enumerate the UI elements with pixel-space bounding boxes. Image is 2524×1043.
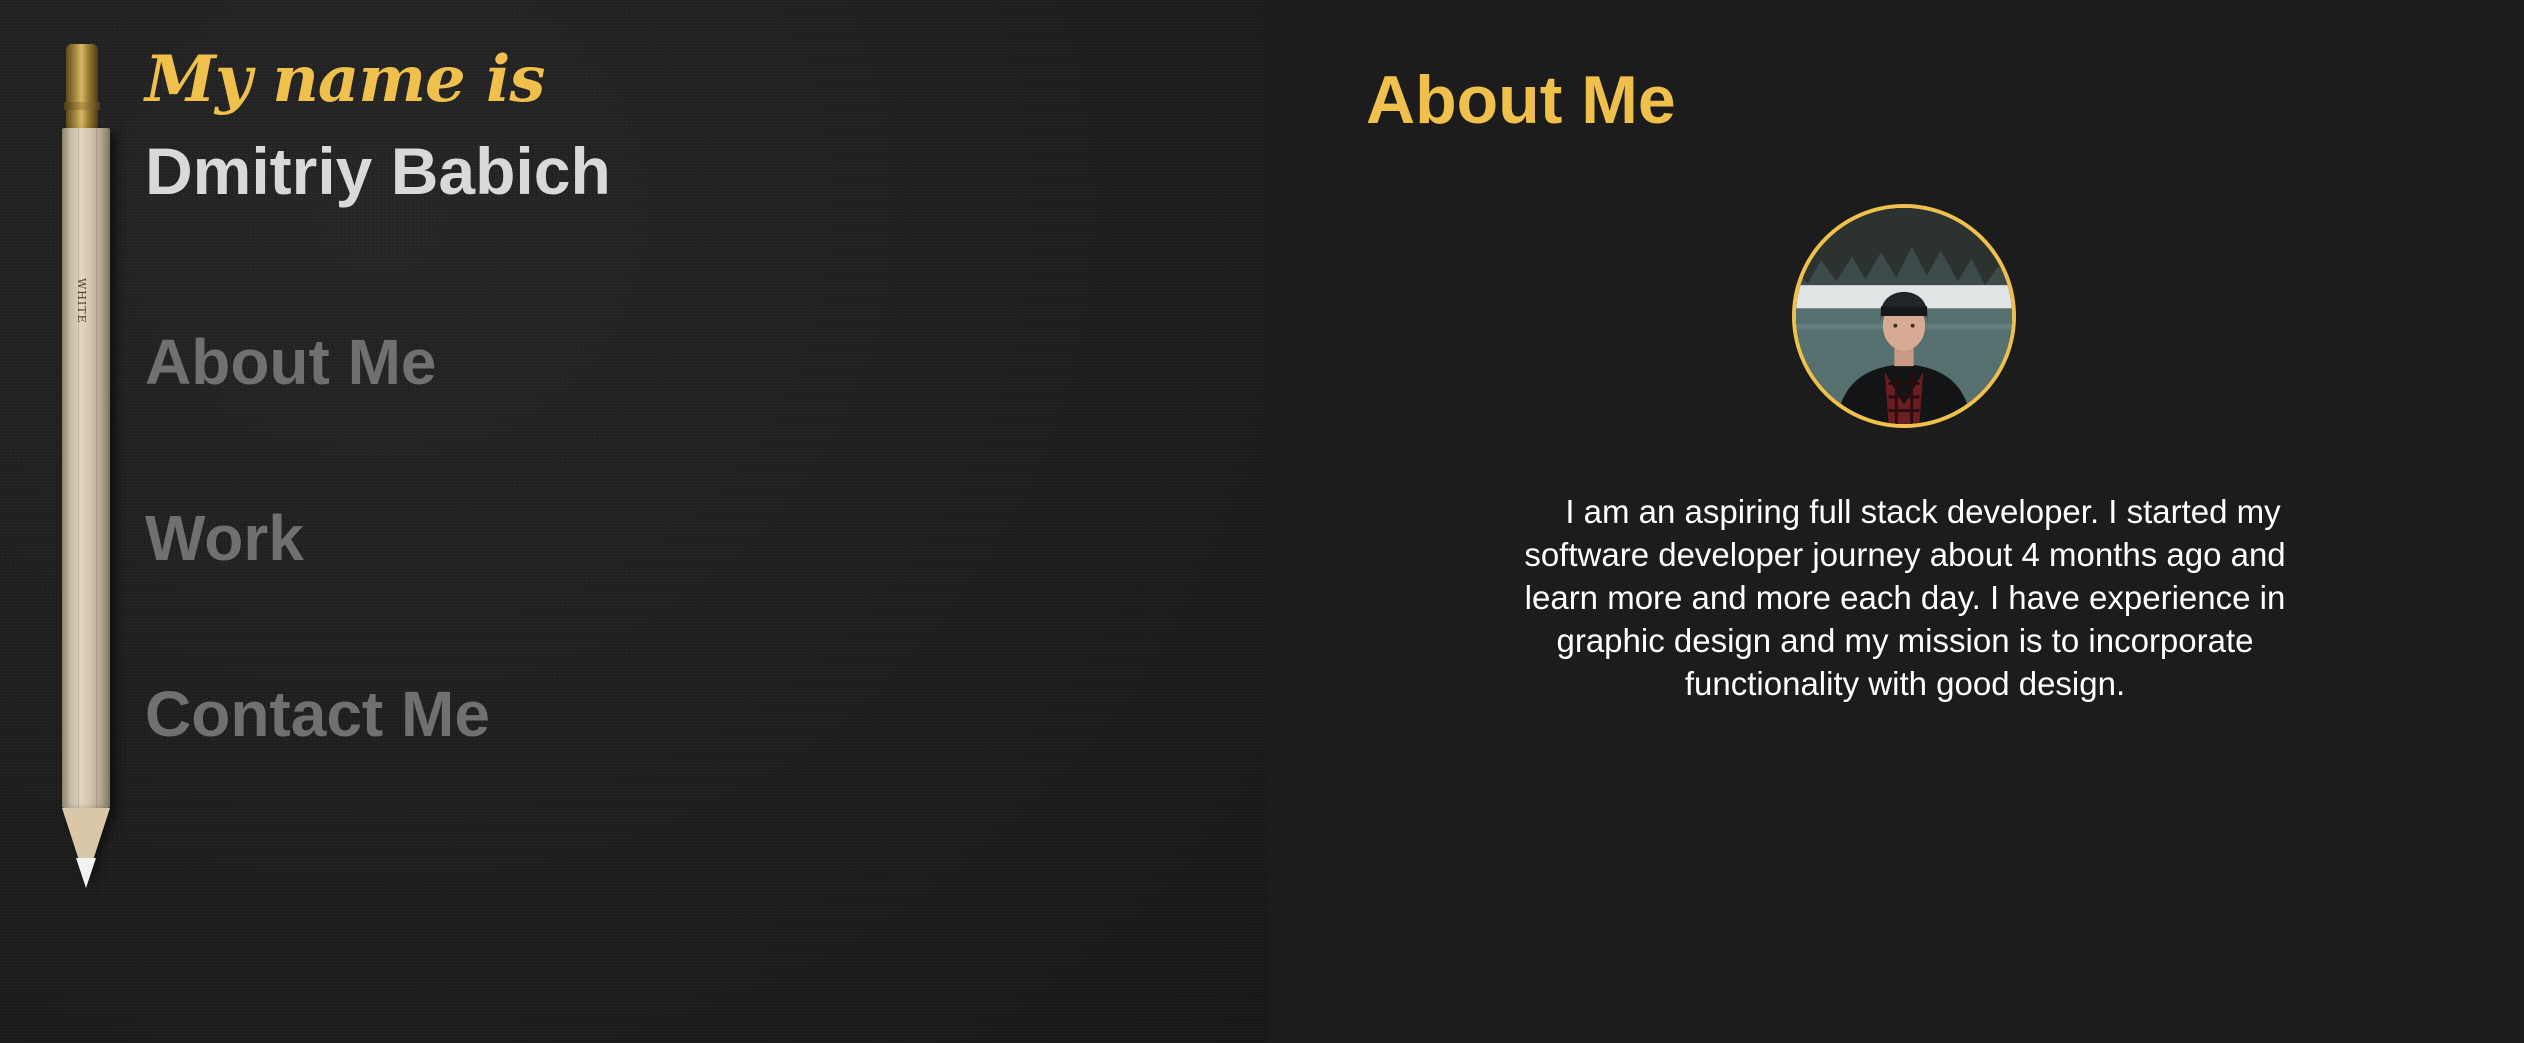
avatar-photo [1796, 208, 2012, 424]
nav-link-contact-me[interactable]: Contact Me [145, 682, 490, 746]
intro-name: Dmitriy Babich [145, 134, 611, 208]
pencil-brand-text: WHITE [75, 278, 88, 324]
pencil-ferrule [64, 44, 100, 128]
nav-link-work[interactable]: Work [145, 506, 490, 570]
page: WHITE My name is Dmitriy Babich About Me… [0, 0, 2524, 1043]
main-nav: About Me Work Contact Me [145, 330, 490, 858]
about-section: About Me I am an aspiring full stack dev… [1268, 0, 2524, 1043]
bio-text: I am an aspiring full stack developer. I… [1524, 493, 2286, 702]
avatar [1792, 204, 2016, 428]
pencil-body: WHITE [62, 128, 110, 808]
left-panel: WHITE My name is Dmitriy Babich About Me… [0, 0, 1268, 1043]
pencil-lead [76, 858, 96, 888]
intro: My name is Dmitriy Babich [145, 42, 611, 208]
intro-kicker: My name is [145, 42, 545, 117]
nav-link-about-me[interactable]: About Me [145, 330, 490, 394]
pencil-image: WHITE [58, 44, 114, 906]
section-title: About Me [1366, 62, 1676, 138]
